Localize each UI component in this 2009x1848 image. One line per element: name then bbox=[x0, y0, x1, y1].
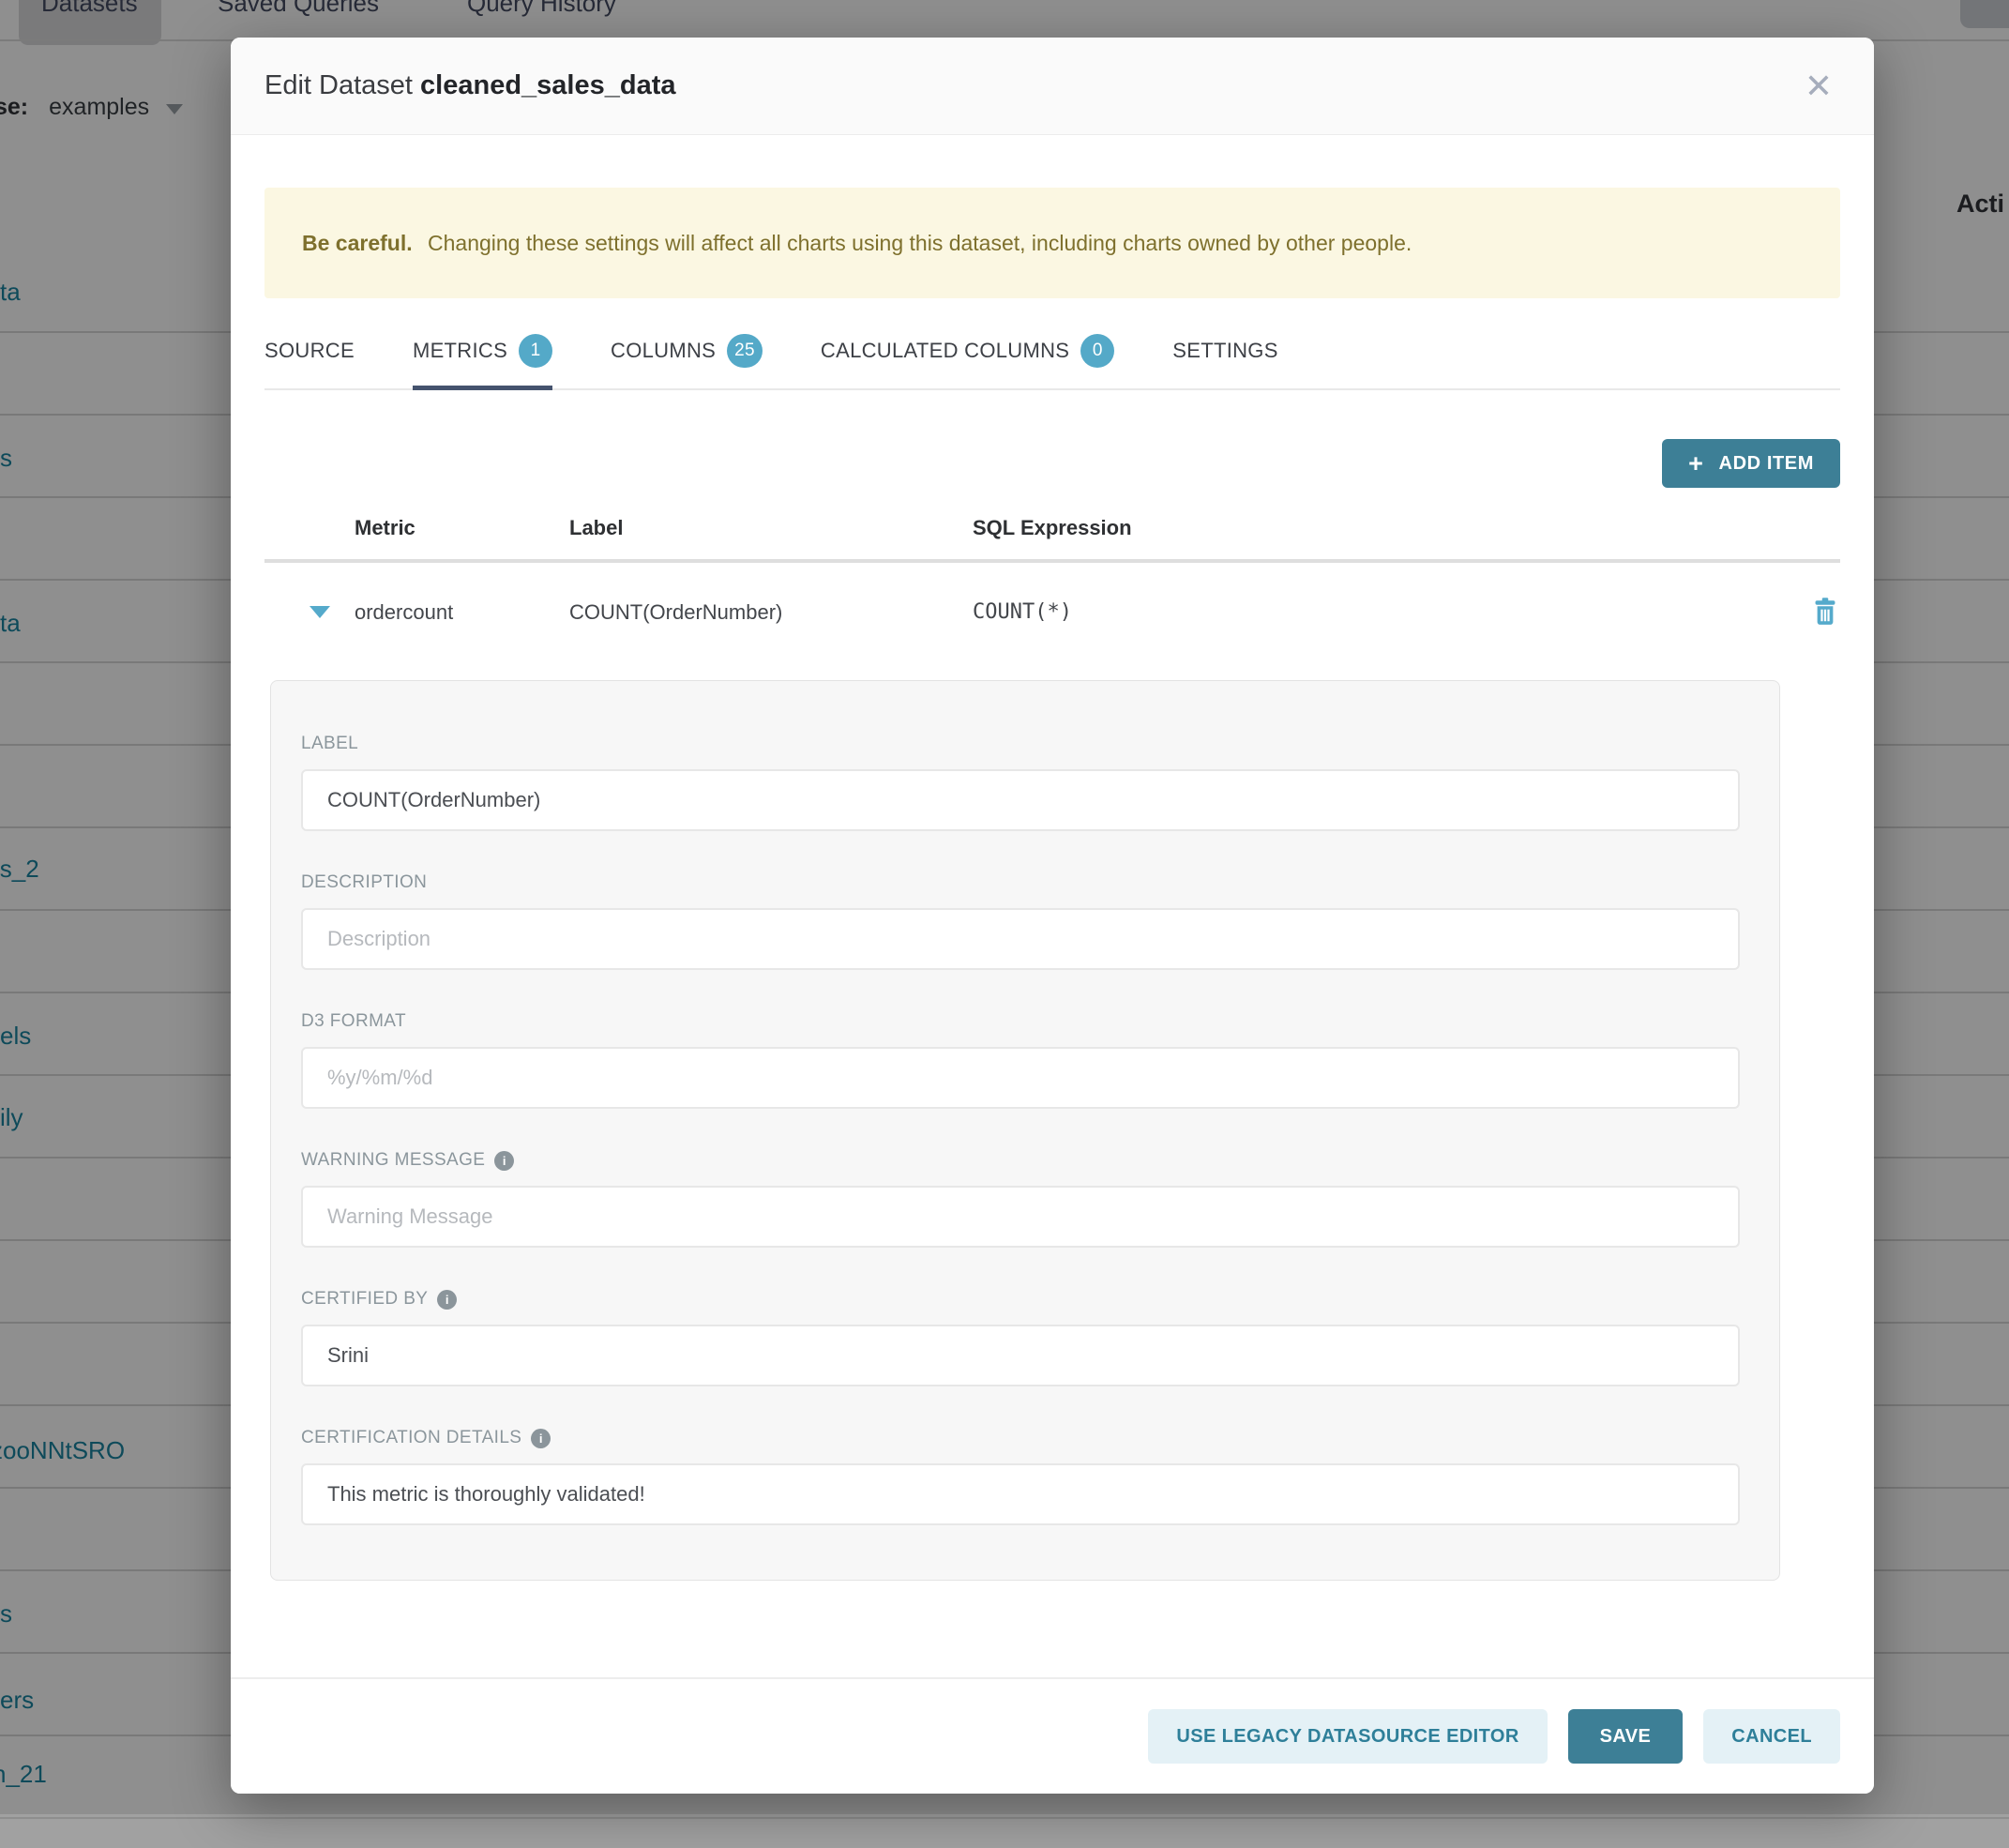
modal-title-prefix: Edit Dataset bbox=[264, 70, 413, 100]
modal-title-dataset-name: cleaned_sales_data bbox=[420, 70, 675, 100]
info-icon: i bbox=[494, 1151, 514, 1171]
column-header-label: Label bbox=[569, 516, 973, 540]
metric-label: COUNT(OrderNumber) bbox=[569, 600, 973, 625]
certification-details-field[interactable] bbox=[301, 1463, 1740, 1525]
background-footer-strip bbox=[0, 1814, 2009, 1848]
tab-label: SOURCE bbox=[264, 339, 355, 363]
tab-columns[interactable]: COLUMNS 25 bbox=[611, 313, 763, 388]
certified-by-field[interactable] bbox=[301, 1325, 1740, 1386]
info-icon: i bbox=[437, 1290, 457, 1310]
info-icon: i bbox=[531, 1429, 551, 1448]
warning-banner-bold: Be careful. bbox=[302, 231, 413, 255]
tab-calculated-columns[interactable]: CALCULATED COLUMNS 0 bbox=[821, 313, 1114, 388]
tab-label: CALCULATED COLUMNS bbox=[821, 339, 1069, 363]
warning-message-field[interactable] bbox=[301, 1186, 1740, 1248]
use-legacy-datasource-editor-button[interactable]: USE LEGACY DATASOURCE EDITOR bbox=[1148, 1709, 1547, 1764]
plus-icon: + bbox=[1688, 451, 1703, 477]
metric-sql-expression: COUNT(*) bbox=[973, 600, 1793, 624]
close-icon[interactable]: ✕ bbox=[1797, 66, 1840, 107]
tab-label: METRICS bbox=[413, 339, 507, 363]
metrics-table-header: Metric Label SQL Expression bbox=[264, 516, 1840, 563]
metric-row: ordercount COUNT(OrderNumber) COUNT(*) bbox=[264, 563, 1840, 661]
warning-message-field-label: WARNING MESSAGE i bbox=[301, 1150, 1740, 1171]
tab-label: COLUMNS bbox=[611, 339, 716, 363]
screen: Datasets Saved Queries Query History se:… bbox=[0, 0, 2009, 1848]
delete-metric-button[interactable] bbox=[1810, 595, 1840, 629]
cancel-button[interactable]: CANCEL bbox=[1703, 1709, 1840, 1764]
add-item-label: ADD ITEM bbox=[1719, 453, 1814, 475]
tab-count-badge: 1 bbox=[519, 334, 552, 368]
tab-label: SETTINGS bbox=[1172, 339, 1277, 363]
modal-tabs: SOURCE METRICS 1 COLUMNS 25 CALCULATED C… bbox=[264, 313, 1840, 390]
d3-format-field[interactable] bbox=[301, 1047, 1740, 1109]
description-field[interactable] bbox=[301, 908, 1740, 970]
column-header-sql-expression: SQL Expression bbox=[973, 516, 1793, 540]
certification-details-field-label: CERTIFICATION DETAILS i bbox=[301, 1428, 1740, 1448]
tab-metrics[interactable]: METRICS 1 bbox=[413, 313, 552, 388]
edit-dataset-modal: Edit Dataset cleaned_sales_data ✕ Be car… bbox=[231, 38, 1874, 1794]
certified-by-field-label: CERTIFIED BY i bbox=[301, 1289, 1740, 1310]
description-field-label: DESCRIPTION bbox=[301, 872, 1740, 893]
modal-header: Edit Dataset cleaned_sales_data ✕ bbox=[231, 38, 1874, 135]
modal-footer: USE LEGACY DATASOURCE EDITOR SAVE CANCEL bbox=[231, 1677, 1874, 1794]
modal-title: Edit Dataset cleaned_sales_data bbox=[264, 70, 676, 101]
tab-count-badge: 0 bbox=[1080, 334, 1114, 368]
warning-banner: Be careful. Changing these settings will… bbox=[264, 188, 1840, 298]
metric-detail-panel: LABEL DESCRIPTION D3 FORMAT bbox=[270, 680, 1780, 1581]
column-header-metric: Metric bbox=[355, 516, 569, 540]
metric-name: ordercount bbox=[355, 600, 569, 625]
label-field[interactable] bbox=[301, 769, 1740, 831]
add-item-button[interactable]: + ADD ITEM bbox=[1662, 439, 1840, 488]
label-field-label: LABEL bbox=[301, 734, 1740, 754]
tab-settings[interactable]: SETTINGS bbox=[1172, 313, 1277, 388]
expand-caret-icon[interactable] bbox=[310, 606, 330, 618]
metrics-table: Metric Label SQL Expression ordercount C… bbox=[264, 516, 1840, 661]
trash-icon bbox=[1810, 595, 1840, 627]
modal-body: Be careful. Changing these settings will… bbox=[231, 188, 1874, 1581]
save-button[interactable]: SAVE bbox=[1568, 1709, 1684, 1764]
tab-count-badge: 25 bbox=[727, 334, 763, 368]
d3-format-field-label: D3 FORMAT bbox=[301, 1011, 1740, 1032]
tab-source[interactable]: SOURCE bbox=[264, 313, 355, 388]
warning-banner-text: Changing these settings will affect all … bbox=[428, 231, 1412, 255]
